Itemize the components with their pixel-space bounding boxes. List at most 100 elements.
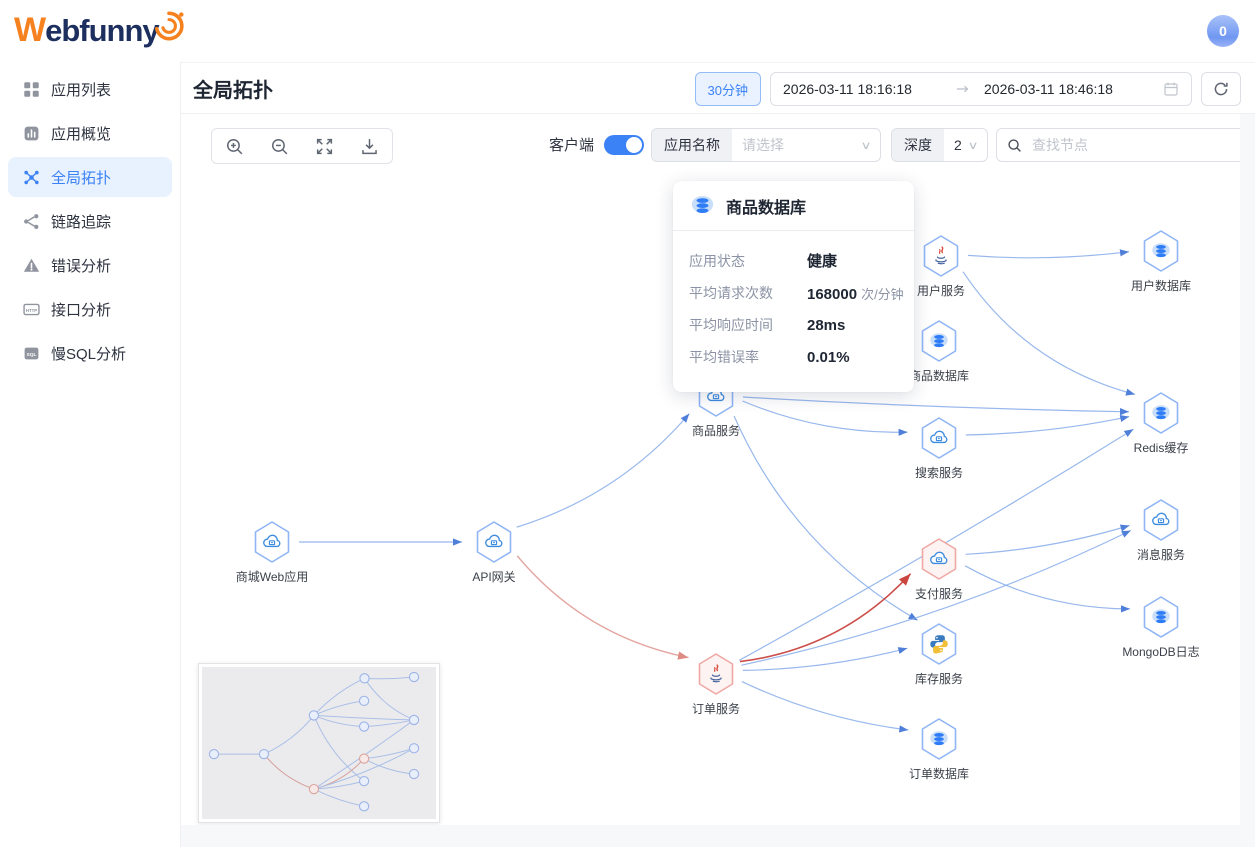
topo-node-label: 用户数据库 xyxy=(1131,277,1191,294)
hexagon-shape xyxy=(916,534,962,584)
sidebar-item-label: 应用概览 xyxy=(51,123,111,144)
right-gutter xyxy=(1240,62,1255,847)
sidebar-item-trace[interactable]: 链路追踪 xyxy=(8,201,172,241)
minimap-canvas[interactable] xyxy=(202,667,436,819)
logo-rest: ebfunny xyxy=(45,13,159,48)
logo-swirl-icon xyxy=(151,8,187,49)
zoom-out-button[interactable] xyxy=(265,131,295,161)
topo-node-mongo[interactable]: MongoDB日志 xyxy=(1138,592,1184,642)
sidebar-item-label: 接口分析 xyxy=(51,299,111,320)
sidebar-item-label: 错误分析 xyxy=(51,255,111,276)
bottom-gutter xyxy=(181,825,1240,847)
topo-node-productdb[interactable]: 商品数据库 xyxy=(916,316,962,366)
sidebar-item-error-analysis[interactable]: 错误分析 xyxy=(8,245,172,285)
canvas-toolbar xyxy=(211,128,393,164)
bar-chart-icon xyxy=(23,125,40,142)
error-rate-value: 0.01% xyxy=(807,349,850,366)
topology-icon xyxy=(23,169,40,186)
app-name-select[interactable]: 应用名称 请选择 ∨ xyxy=(651,128,881,162)
hexagon-shape xyxy=(693,649,739,699)
range-arrow-icon xyxy=(956,84,970,94)
sidebar-item-label: 全局拓扑 xyxy=(51,167,111,188)
topo-node-label: Redis缓存 xyxy=(1134,439,1189,456)
svg-text:SQL: SQL xyxy=(26,351,36,357)
chevron-down-icon: ∨ xyxy=(860,139,871,152)
topo-node-userdb[interactable]: 用户数据库 xyxy=(1138,226,1184,276)
date-range-picker[interactable]: 2026-03-11 18:16:18 2026-03-11 18:46:18 xyxy=(770,72,1192,106)
topo-node-redis[interactable]: Redis缓存 xyxy=(1138,388,1184,438)
topo-node-label: 商品数据库 xyxy=(909,367,969,384)
logo-first-letter: W xyxy=(14,11,45,49)
request-count-value: 168000 xyxy=(807,286,857,303)
sidebar-item-app-list[interactable]: 应用列表 xyxy=(8,69,172,109)
topo-node-gateway[interactable]: API网关 xyxy=(471,517,517,567)
hexagon-shape xyxy=(918,231,964,281)
app-name-placeholder: 请选择 xyxy=(742,135,784,155)
sidebar-item-global-topology[interactable]: 全局拓扑 xyxy=(8,157,172,197)
hexagon-shape xyxy=(1138,226,1184,276)
topo-node-message[interactable]: 消息服务 xyxy=(1138,495,1184,545)
hexagon-shape xyxy=(249,517,295,567)
tooltip-title: 商品数据库 xyxy=(726,194,806,218)
notification-badge[interactable]: 0 xyxy=(1207,15,1239,47)
chevron-down-icon: ∨ xyxy=(967,139,978,152)
hexagon-shape xyxy=(471,517,517,567)
page-header: 全局拓扑 30分钟 2026-03-11 18:16:18 2026-03-11… xyxy=(181,62,1255,114)
search-icon xyxy=(1007,138,1022,153)
tooltip-row: 平均请求次数 168000次/分钟 xyxy=(689,283,898,303)
client-toggle[interactable] xyxy=(604,135,644,155)
sidebar-item-app-overview[interactable]: 应用概览 xyxy=(8,113,172,153)
topo-node-label: 订单服务 xyxy=(692,700,740,717)
tooltip-row: 平均响应时间 28ms xyxy=(689,315,898,335)
topo-node-label: 消息服务 xyxy=(1137,546,1185,563)
client-toggle-group: 客户端 xyxy=(549,134,644,155)
topo-node-label: 订单数据库 xyxy=(909,765,969,782)
find-node-search[interactable] xyxy=(996,128,1240,162)
calendar-icon xyxy=(1163,81,1179,97)
depth-select[interactable]: 深度 2 ∨ xyxy=(891,128,988,162)
depth-label: 深度 xyxy=(892,129,944,161)
hexagon-shape xyxy=(916,413,962,463)
refresh-button[interactable] xyxy=(1201,72,1241,106)
depth-value: 2 xyxy=(954,137,962,153)
topo-node-label: 用户服务 xyxy=(917,282,965,299)
sidebar-item-api-analysis[interactable]: HTTP 接口分析 xyxy=(8,289,172,329)
topo-node-payment[interactable]: 支付服务 xyxy=(916,534,962,584)
page-title: 全局拓扑 xyxy=(193,74,273,103)
hexagon-shape xyxy=(1138,592,1184,642)
hexagon-shape xyxy=(1138,495,1184,545)
logo-text: Webfunny xyxy=(14,8,159,53)
tooltip-row: 应用状态 健康 xyxy=(689,250,898,271)
topo-node-web[interactable]: 商城Web应用 xyxy=(249,517,295,567)
quick-range-button[interactable]: 30分钟 xyxy=(695,72,761,106)
topology-canvas[interactable]: 客户端 应用名称 请选择 ∨ 深度 2 ∨ 商城Web应用 API网关 商品服务订单… xyxy=(181,113,1240,825)
sql-icon: SQL xyxy=(23,345,40,362)
header-controls: 30分钟 2026-03-11 18:16:18 2026-03-11 18:4… xyxy=(695,72,1241,106)
topo-node-label: API网关 xyxy=(472,568,515,585)
zoom-in-button[interactable] xyxy=(220,131,250,161)
fit-view-button[interactable] xyxy=(310,131,340,161)
topo-node-label: 支付服务 xyxy=(915,585,963,602)
topo-node-label: 商品服务 xyxy=(692,422,740,439)
sidebar-item-label: 应用列表 xyxy=(51,79,111,100)
hexagon-shape xyxy=(1138,388,1184,438)
topo-node-label: 商城Web应用 xyxy=(236,568,308,585)
client-toggle-label: 客户端 xyxy=(549,134,594,155)
topo-node-search[interactable]: 搜索服务 xyxy=(916,413,962,463)
share-icon xyxy=(23,213,40,230)
refresh-icon xyxy=(1213,81,1229,97)
minimap[interactable] xyxy=(198,663,440,823)
topo-node-label: 库存服务 xyxy=(915,670,963,687)
tooltip-row: 平均错误率 0.01% xyxy=(689,347,898,367)
topo-node-inventory[interactable]: 库存服务 xyxy=(916,619,962,669)
sidebar-item-slow-sql[interactable]: SQL 慢SQL分析 xyxy=(8,333,172,373)
topo-node-user[interactable]: 用户服务 xyxy=(918,231,964,281)
start-time[interactable]: 2026-03-11 18:16:18 xyxy=(783,81,952,97)
search-input[interactable] xyxy=(1030,136,1240,154)
download-button[interactable] xyxy=(355,131,385,161)
warning-triangle-icon xyxy=(23,257,40,274)
topo-node-order[interactable]: 订单服务 xyxy=(693,649,739,699)
http-icon: HTTP xyxy=(23,301,40,318)
topo-node-orderdb[interactable]: 订单数据库 xyxy=(916,714,962,764)
end-time[interactable]: 2026-03-11 18:46:18 xyxy=(974,81,1153,97)
